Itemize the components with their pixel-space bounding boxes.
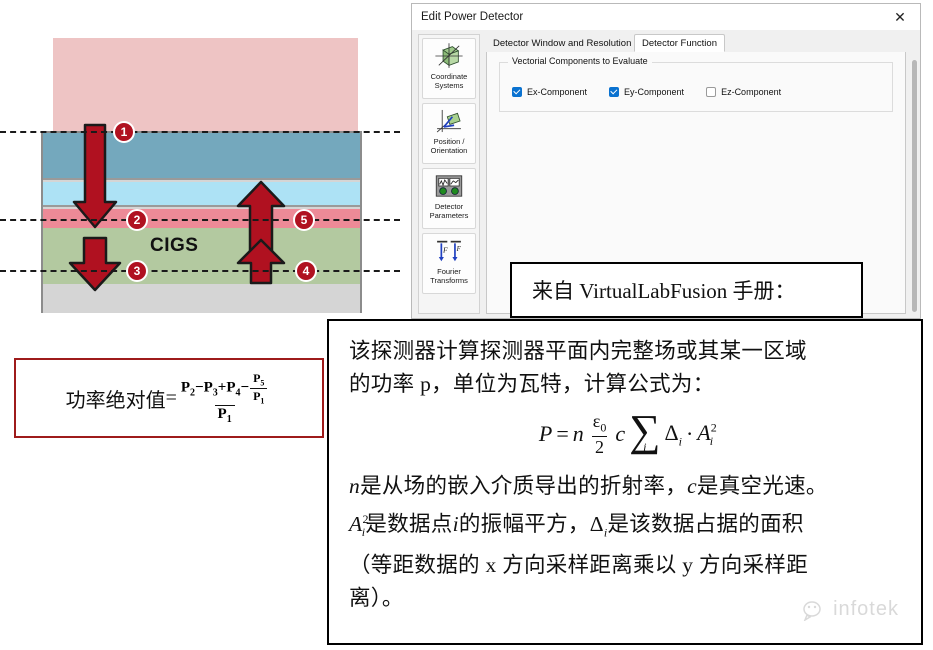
- power-absolute-formula-box: 功率绝对值 = P2−P3+P4− P5 P1 P1: [14, 358, 324, 438]
- detector-plane-1: [0, 131, 400, 133]
- nav-item-detector-parameters[interactable]: Detector Parameters: [422, 168, 476, 229]
- checkbox-ey-label: Ey-Component: [624, 87, 685, 97]
- tab-strip: Detector Window and Resolution Detector …: [486, 34, 906, 53]
- manual-line4-text-c: 是该数据占据的面积: [607, 511, 804, 536]
- manual-A-squared-symbol: A2i: [349, 511, 369, 540]
- infotek-watermark: infotek: [801, 598, 899, 621]
- tab-detector-window-and-resolution[interactable]: Detector Window and Resolution: [486, 34, 639, 52]
- manual-line4-text-b: 的振幅平方，: [458, 511, 590, 536]
- nav-item-coordinate-systems[interactable]: Coordinate Systems: [422, 38, 476, 99]
- formula-c: c: [615, 421, 626, 447]
- dialog-scrollbar-thumb[interactable]: [911, 60, 917, 312]
- formula-eps-den: 2: [592, 435, 608, 458]
- checkbox-ez-label: Ez-Component: [721, 87, 782, 97]
- formula-denominator: P1: [214, 404, 235, 425]
- fourier-transforms-icon: F F: [437, 240, 462, 262]
- nav-label-position-orientation: Position / Orientation: [430, 137, 468, 155]
- group-legend: Vectorial Components to Evaluate: [508, 56, 652, 66]
- nav-item-position-orientation[interactable]: Position / Orientation: [422, 103, 476, 164]
- checkbox-ex-label: Ex-Component: [527, 87, 588, 97]
- nav-label-fourier-transforms: Fourier Transforms: [430, 267, 468, 285]
- checkbox-row: Ex-Component Ey-Component Ez-Component: [512, 87, 781, 97]
- formula-label: 功率绝对值: [65, 389, 166, 412]
- formula-delta-term: Δi: [664, 419, 682, 448]
- infotek-logo-icon: [803, 600, 821, 621]
- vectorial-components-group: Vectorial Components to Evaluate Ex-Comp…: [499, 56, 893, 112]
- power-integral-formula: P = n ε0 2 c ∑ i Δi · A2i: [349, 405, 903, 458]
- formula-sum-glyph: ∑: [629, 405, 661, 455]
- cigs-material-label: CIGS: [150, 235, 199, 256]
- checkbox-ez-box[interactable]: [706, 87, 717, 97]
- badge-1: 1: [113, 121, 135, 143]
- arrow-down-absorber: [68, 236, 122, 292]
- position-orientation-icon: [436, 109, 461, 133]
- manual-line-1: 该探测器计算探测器平面内完整场或其某一区域: [349, 339, 807, 363]
- manual-line-3: n是从场的嵌入介质导出的折射率，c是真空光速。: [349, 470, 903, 503]
- detector-plane-2: [0, 219, 400, 221]
- dialog-nav-rail: Coordinate Systems Position / Orientatio…: [418, 34, 480, 314]
- formula-dot: ·: [685, 421, 694, 447]
- detector-parameters-icon: [435, 175, 463, 197]
- formula-P: P: [538, 421, 553, 447]
- checkbox-ex-component[interactable]: Ex-Component: [512, 87, 587, 97]
- manual-c-symbol: c: [687, 473, 697, 498]
- manual-line3-text-a: 是从场的嵌入介质导出的折射率，: [360, 473, 688, 498]
- nav-item-fourier-transforms[interactable]: F F Fourier Transforms: [422, 233, 476, 294]
- badge-5: 5: [293, 209, 315, 231]
- formula-main-fraction: P2−P3+P4− P5 P1 P1: [178, 371, 272, 425]
- manual-delta-symbol: Δi: [589, 511, 608, 540]
- formula-numerator: P2−P3+P4− P5 P1: [178, 371, 272, 405]
- formula-inner-fraction: P5 P1: [250, 371, 268, 405]
- svg-text:F: F: [456, 246, 462, 253]
- dialog-scrollbar-track[interactable]: [910, 60, 918, 312]
- badge-2: 2: [126, 209, 148, 231]
- infotek-watermark-text: infotek: [833, 598, 899, 620]
- solar-cell-stack-diagram: CIGS 1 2 3 4 5: [0, 0, 400, 330]
- manual-n-symbol: n: [349, 473, 361, 498]
- manual-source-box: 来自 VirtualLabFusion 手册：: [510, 262, 863, 318]
- manual-description-box: 该探测器计算探测器平面内完整场或其某一区域 的功率 p，单位为瓦特，计算公式为：…: [327, 319, 923, 645]
- arrow-up-reflected-lower: [236, 238, 286, 285]
- formula-equals: =: [165, 386, 177, 409]
- formula-expression: 功率绝对值 = P2−P3+P4− P5 P1 P1: [66, 371, 273, 425]
- checkbox-ex-box[interactable]: [512, 87, 522, 97]
- manual-line4-text-a: 是数据点: [365, 511, 453, 536]
- formula-n: n: [572, 421, 584, 447]
- manual-source-text: 来自 VirtualLabFusion 手册：: [532, 279, 796, 303]
- manual-line-4: A2i是数据点i的振幅平方，Δi是该数据占据的面积: [349, 503, 903, 549]
- formula-epsilon-fraction: ε0 2: [590, 411, 610, 458]
- formula-amplitude-term: A2i: [697, 419, 717, 448]
- dialog-title-bar: Edit Power Detector ✕: [412, 4, 920, 30]
- close-icon[interactable]: ✕: [880, 4, 920, 30]
- formula-summation: ∑ i: [629, 405, 661, 455]
- badge-4: 4: [295, 260, 317, 282]
- manual-line3-text-b: 是真空光速。: [696, 473, 828, 498]
- nav-label-detector-parameters: Detector Parameters: [429, 202, 469, 220]
- coordinate-systems-icon: [435, 43, 463, 68]
- formula-eps-num: ε0: [592, 411, 607, 435]
- dialog-title: Edit Power Detector: [421, 11, 524, 23]
- power-flow-arrows: [68, 123, 286, 292]
- tab-detector-function[interactable]: Detector Function: [634, 34, 725, 52]
- manual-line-5: （等距数据的 x 方向采样距离乘以 y 方向采样距: [349, 553, 809, 578]
- nav-label-coordinate-systems: Coordinate Systems: [430, 72, 468, 90]
- detector-plane-3: [0, 270, 400, 272]
- svg-text:F: F: [442, 246, 448, 255]
- arrow-down-incident: [72, 123, 118, 229]
- checkbox-ez-component[interactable]: Ez-Component: [706, 87, 781, 97]
- checkbox-ey-component[interactable]: Ey-Component: [609, 87, 684, 97]
- manual-line-2: 的功率 p，单位为瓦特，计算公式为：: [349, 372, 715, 396]
- formula-eq: =: [556, 421, 569, 447]
- checkbox-ey-box[interactable]: [609, 87, 620, 97]
- badge-3: 3: [126, 260, 148, 282]
